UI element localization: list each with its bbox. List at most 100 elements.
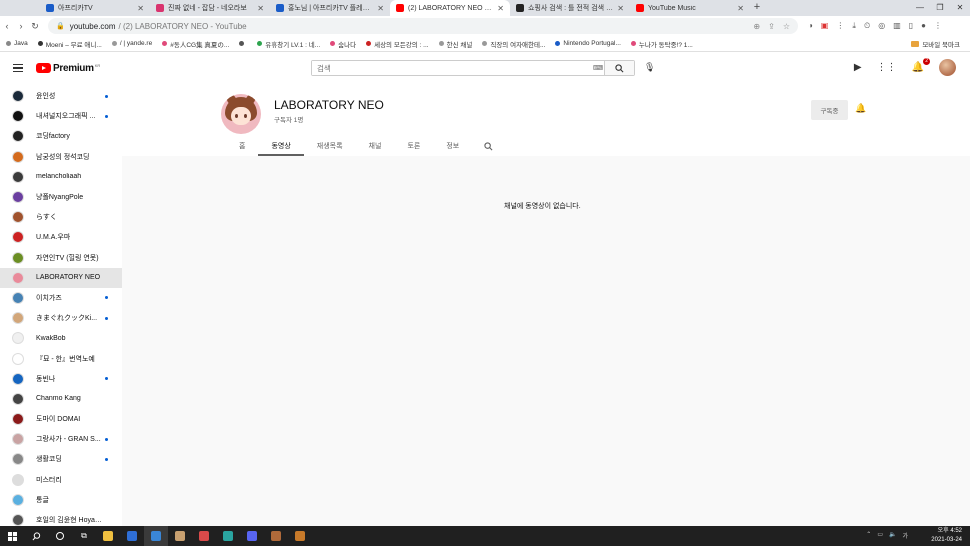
close-tab-icon[interactable]: ✕: [257, 4, 264, 13]
task-view-button[interactable]: ⧉: [72, 526, 96, 546]
start-button[interactable]: [0, 526, 24, 546]
bookmark-item[interactable]: 세상의 모든강의 : ...: [366, 39, 429, 49]
close-window-button[interactable]: ✕: [950, 0, 970, 16]
taskbar-app-editor[interactable]: [168, 526, 192, 546]
notifications-bell-icon[interactable]: 🔔 2: [912, 58, 930, 73]
subscription-item[interactable]: きまぐれクックKi...: [0, 308, 122, 328]
sidebar-icon[interactable]: ▯: [909, 21, 913, 31]
bookmark-item[interactable]: 직장의 여자애한테...: [482, 39, 545, 49]
profile-icon[interactable]: ●: [921, 21, 926, 31]
reload-icon[interactable]: ↻: [28, 21, 42, 32]
taskbar-app-store[interactable]: [120, 526, 144, 546]
create-video-icon[interactable]: ▶︎: [854, 62, 862, 73]
taskbar-app-paint[interactable]: [192, 526, 216, 546]
bookmark-item[interactable]: 누나가 동탁중!? 1...: [630, 39, 693, 49]
bookmark-item[interactable]: 숨나다: [330, 39, 356, 49]
subscription-item[interactable]: らすく: [0, 207, 122, 227]
browser-tab[interactable]: 진짜 없네 - 잡담 - 네오라보 ✕: [150, 0, 270, 16]
subscription-item[interactable]: 호일의 김윤현 Hoyan...: [0, 510, 122, 526]
channel-tab[interactable]: 홈: [226, 136, 258, 156]
download-icon[interactable]: ⤓: [852, 21, 856, 31]
subscription-item[interactable]: U.M.A.우마: [0, 227, 122, 247]
new-tab-button[interactable]: +: [750, 0, 764, 16]
bookmark-item[interactable]: / | yande.re: [111, 39, 152, 49]
clock[interactable]: 오후 4:52 2021-03-24: [931, 527, 962, 545]
channel-tab[interactable]: 정보: [433, 136, 472, 156]
star-icon[interactable]: ☆: [783, 22, 790, 31]
browser-tab[interactable]: 아프리카TV ✕: [40, 0, 150, 16]
browser-tab[interactable]: 홍노님 | 아프리카TV 플레이어 ✕: [270, 0, 390, 16]
forward-icon[interactable]: ›: [14, 21, 28, 31]
extension-icon[interactable]: ◑: [808, 21, 813, 31]
bookmark-item[interactable]: #동人CG集 真夏の...: [162, 39, 229, 49]
subscription-item[interactable]: 이치가즈: [0, 288, 122, 308]
subscription-item[interactable]: KwakBob: [0, 328, 122, 348]
install-icon[interactable]: ⊕: [753, 22, 760, 31]
youtube-logo[interactable]: Premium KR: [36, 63, 100, 74]
share-icon[interactable]: ⇪: [768, 22, 775, 31]
close-tab-icon[interactable]: ✕: [737, 4, 744, 13]
search-button[interactable]: [604, 61, 634, 75]
browser-tab[interactable]: (2) LABORATORY NEO - YouTu ✕: [390, 0, 510, 16]
taskbar-app-tool[interactable]: [288, 526, 312, 546]
browser-tab[interactable]: 쇼핑사 검색 : 틀 전적 검색 포! ✕: [510, 0, 630, 16]
maximize-button[interactable]: ❐: [930, 0, 950, 16]
subscription-item[interactable]: 생활코딩: [0, 449, 122, 469]
subscription-item[interactable]: Chanmo Kang: [0, 389, 122, 409]
taskbar-app-file-explorer[interactable]: [96, 526, 120, 546]
extension-icon[interactable]: ⋮: [836, 21, 844, 31]
subscription-item[interactable]: 냥폴NyangPole: [0, 187, 122, 207]
channel-tab[interactable]: 동영상: [258, 136, 305, 156]
subscription-item[interactable]: melancholiaah: [0, 167, 122, 187]
search-input[interactable]: [312, 61, 592, 75]
cortana-button[interactable]: [48, 526, 72, 546]
channel-tab[interactable]: 토론: [394, 136, 433, 156]
address-bar[interactable]: 🔒 youtube.com / (2) LABORATORY NEO - You…: [48, 18, 798, 34]
subscription-item[interactable]: 『묘 - 한』번역노예: [0, 348, 122, 368]
browser-tab[interactable]: YouTube Music ✕: [630, 0, 750, 16]
keyboard-icon[interactable]: ⌨: [592, 61, 604, 75]
subscription-item[interactable]: 그랑사가 - GRAN S...: [0, 429, 122, 449]
subscription-item[interactable]: 남궁성의 정석코딩: [0, 147, 122, 167]
microphone-icon[interactable]: 🎙: [644, 62, 655, 73]
reading-icon[interactable]: ▥: [893, 21, 901, 31]
volume-icon[interactable]: 🔈: [889, 531, 896, 540]
bookmark-item[interactable]: Nintendo Portugal...: [555, 39, 621, 49]
minimize-button[interactable]: —: [910, 0, 930, 16]
apps-grid-icon[interactable]: ⋮⋮: [877, 62, 897, 73]
close-tab-icon[interactable]: ✕: [497, 4, 504, 13]
other-bookmarks[interactable]: 모바일 북마크: [911, 36, 960, 52]
taskbar-app-browser-app[interactable]: [144, 526, 168, 546]
close-tab-icon[interactable]: ✕: [137, 4, 144, 13]
close-tab-icon[interactable]: ✕: [617, 4, 624, 13]
subscription-item[interactable]: 자연인TV (힐링 연못): [0, 248, 122, 268]
extension-icon[interactable]: ▣: [821, 21, 829, 31]
close-tab-icon[interactable]: ✕: [377, 4, 384, 13]
taskbar-app-game[interactable]: [264, 526, 288, 546]
subscribed-button[interactable]: 구독중: [811, 100, 848, 120]
subscription-item[interactable]: LABORATORY NEO: [0, 267, 122, 288]
screenshot-icon[interactable]: ◎: [878, 21, 885, 31]
hamburger-menu-icon[interactable]: [13, 62, 23, 75]
channel-tab[interactable]: 재생목록: [304, 136, 356, 156]
subscription-item[interactable]: 도마이 DOMAI: [0, 409, 122, 429]
subscription-item[interactable]: 동빈나: [0, 369, 122, 389]
bookmark-item[interactable]: 한신 채널: [438, 39, 472, 49]
subscription-item[interactable]: 내셔널지오그래픽 ...: [0, 106, 122, 126]
subscription-item[interactable]: 미스터리: [0, 470, 122, 490]
channel-search-button[interactable]: [472, 136, 493, 156]
bookmark-item[interactable]: Java: [6, 39, 28, 49]
account-avatar[interactable]: [939, 59, 956, 76]
subscription-item[interactable]: 코딩factory: [0, 126, 122, 146]
bookmark-item[interactable]: Moeni – 무료 애니...: [37, 39, 102, 49]
bookmark-item[interactable]: 유휴창기 LV.1 : 네...: [257, 39, 320, 49]
chevron-up-icon[interactable]: ⌃: [866, 531, 871, 540]
menu-icon[interactable]: ⋮: [934, 21, 942, 31]
notification-bell-icon[interactable]: 🔔: [855, 103, 866, 114]
ime-icon[interactable]: 가: [902, 531, 908, 540]
taskbar-app-edge[interactable]: [216, 526, 240, 546]
network-icon[interactable]: ▭: [877, 531, 883, 540]
history-icon[interactable]: ⏲: [864, 21, 870, 31]
subscription-item[interactable]: 윤인성: [0, 86, 122, 106]
back-icon[interactable]: ‹: [0, 21, 14, 31]
